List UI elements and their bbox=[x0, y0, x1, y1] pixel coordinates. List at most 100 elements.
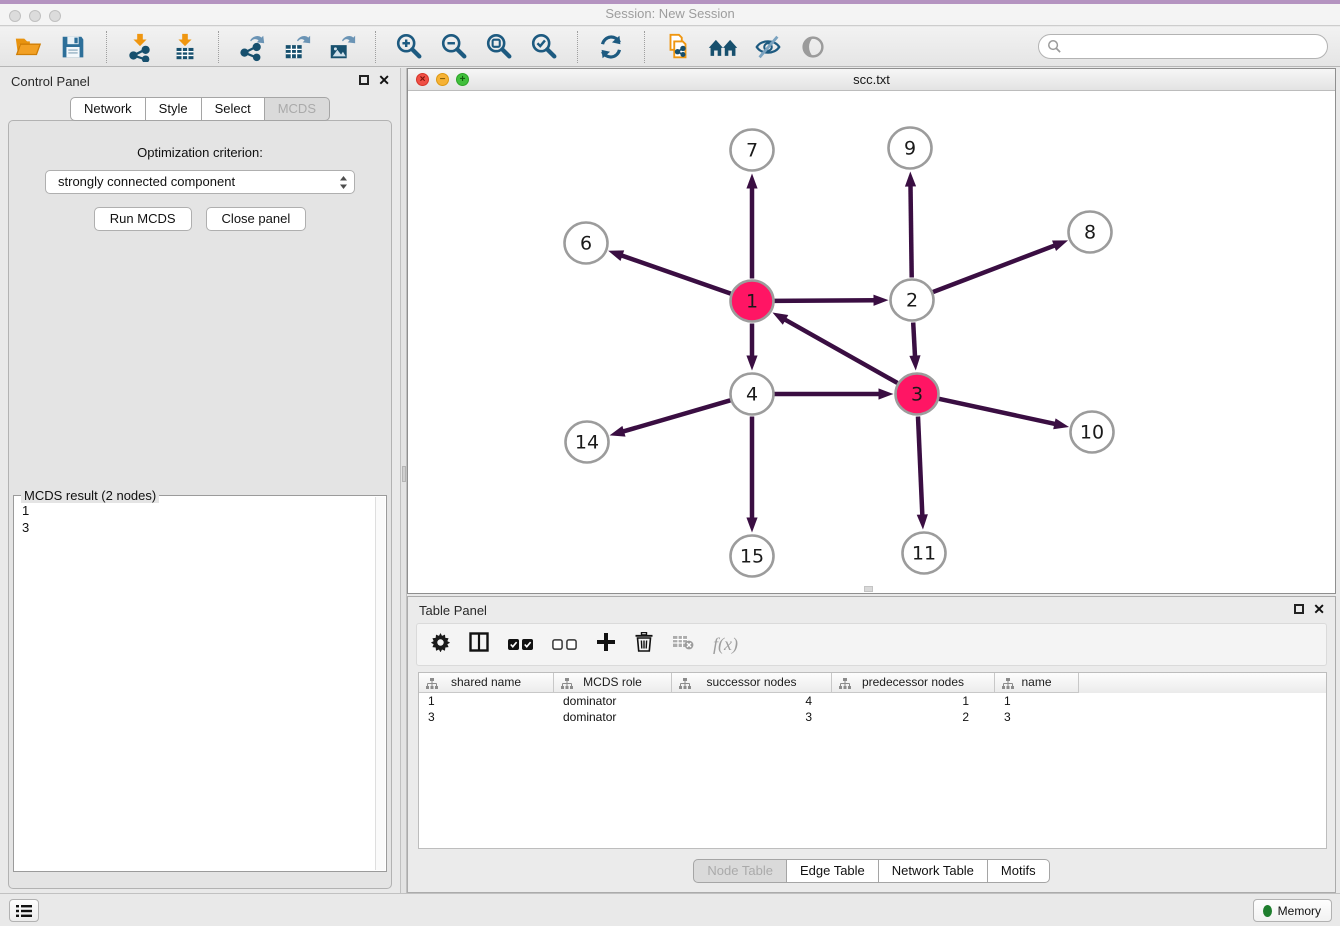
save-session-icon[interactable] bbox=[57, 31, 89, 63]
zoom-fit-icon[interactable] bbox=[483, 31, 515, 63]
vertical-splitter[interactable] bbox=[400, 68, 407, 893]
select-all-icon[interactable] bbox=[508, 639, 533, 650]
contrast-eye-icon[interactable] bbox=[797, 31, 829, 63]
table-row[interactable]: 1dominator411 bbox=[419, 693, 1326, 709]
table-cell[interactable]: 3 bbox=[419, 709, 554, 725]
import-network-icon[interactable] bbox=[124, 31, 156, 63]
svg-text:14: 14 bbox=[575, 432, 599, 454]
table-cell[interactable]: 3 bbox=[995, 709, 1079, 725]
svg-text:15: 15 bbox=[740, 546, 764, 568]
graph-edge-2-8[interactable] bbox=[933, 245, 1057, 292]
tab-mcds[interactable]: MCDS bbox=[265, 97, 330, 121]
close-window-button[interactable] bbox=[9, 10, 21, 22]
criterion-select[interactable]: strongly connected component bbox=[45, 170, 355, 194]
refresh-layout-icon[interactable] bbox=[595, 31, 627, 63]
tab-style[interactable]: Style bbox=[146, 97, 202, 121]
zoom-window-button[interactable] bbox=[49, 10, 61, 22]
zoom-in-icon[interactable] bbox=[393, 31, 425, 63]
column-hierarchy-icon bbox=[1002, 677, 1014, 696]
svg-text:8: 8 bbox=[1084, 222, 1096, 244]
column-header-MCDS-role[interactable]: MCDS role bbox=[554, 673, 672, 693]
network-maximize-icon[interactable]: + bbox=[456, 73, 469, 86]
graph-node-7[interactable]: 7 bbox=[731, 130, 774, 171]
function-builder-icon: f(x) bbox=[713, 634, 738, 655]
duplicate-network-icon[interactable] bbox=[662, 31, 694, 63]
graph-edge-3-11[interactable] bbox=[918, 416, 922, 517]
search-input[interactable] bbox=[1038, 34, 1328, 59]
deselect-all-icon[interactable] bbox=[552, 639, 577, 650]
table-cell[interactable]: 1 bbox=[419, 693, 554, 709]
splitter-grip[interactable] bbox=[402, 466, 406, 482]
graph-node-1[interactable]: 1 bbox=[731, 281, 774, 322]
tab-network[interactable]: Network bbox=[70, 97, 146, 121]
tab-motifs[interactable]: Motifs bbox=[988, 859, 1050, 883]
memory-button[interactable]: Memory bbox=[1253, 899, 1332, 922]
graph-node-10[interactable]: 10 bbox=[1071, 412, 1114, 453]
open-session-icon[interactable] bbox=[12, 31, 44, 63]
table-cell[interactable]: 4 bbox=[672, 693, 832, 709]
close-panel-icon[interactable]: ✕ bbox=[378, 74, 390, 86]
horizontal-splitter-grip[interactable] bbox=[864, 586, 873, 592]
graph-edge-3-1[interactable] bbox=[783, 318, 897, 383]
column-header-predecessor-nodes[interactable]: predecessor nodes bbox=[832, 673, 995, 693]
delete-column-trash-icon[interactable] bbox=[635, 632, 653, 657]
table-row[interactable]: 3dominator323 bbox=[419, 709, 1326, 725]
svg-text:6: 6 bbox=[580, 233, 592, 255]
table-toolbar: f(x) bbox=[416, 623, 1327, 666]
graph-node-9[interactable]: 9 bbox=[889, 128, 932, 169]
graph-edge-2-3[interactable] bbox=[913, 322, 915, 358]
graph-node-2[interactable]: 2 bbox=[891, 280, 934, 321]
show-column-panel-icon[interactable] bbox=[469, 632, 489, 657]
table-cell[interactable]: 3 bbox=[672, 709, 832, 725]
column-header-shared-name[interactable]: shared name bbox=[419, 673, 554, 693]
graph-edge-3-10[interactable] bbox=[939, 399, 1057, 425]
close-panel-button[interactable]: Close panel bbox=[206, 207, 307, 231]
zoom-selected-icon[interactable] bbox=[528, 31, 560, 63]
close-table-panel-icon[interactable]: ✕ bbox=[1313, 603, 1325, 615]
zoom-out-icon[interactable] bbox=[438, 31, 470, 63]
graph-node-4[interactable]: 4 bbox=[731, 374, 774, 415]
tab-network-table[interactable]: Network Table bbox=[879, 859, 988, 883]
toolbar-search bbox=[1038, 34, 1328, 59]
graph-node-3[interactable]: 3 bbox=[896, 374, 939, 415]
create-column-plus-icon[interactable] bbox=[596, 632, 616, 657]
graph-node-8[interactable]: 8 bbox=[1069, 212, 1112, 253]
graph-node-11[interactable]: 11 bbox=[903, 533, 946, 574]
float-table-panel-icon[interactable] bbox=[1294, 604, 1304, 614]
network-close-icon[interactable]: × bbox=[416, 73, 429, 86]
tab-edge-table[interactable]: Edge Table bbox=[787, 859, 879, 883]
column-header-successor-nodes[interactable]: successor nodes bbox=[672, 673, 832, 693]
graph-edge-2-9[interactable] bbox=[910, 183, 911, 277]
graph-edge-1-2[interactable] bbox=[774, 300, 876, 301]
table-cell[interactable]: dominator bbox=[554, 709, 672, 725]
import-table-icon[interactable] bbox=[169, 31, 201, 63]
float-panel-icon[interactable] bbox=[359, 75, 369, 85]
network-window-titlebar[interactable]: × − + scc.txt bbox=[408, 69, 1335, 91]
graph-edge-4-14[interactable] bbox=[621, 400, 730, 432]
column-hierarchy-icon bbox=[426, 677, 438, 696]
task-history-button[interactable] bbox=[9, 899, 39, 922]
run-mcds-button[interactable]: Run MCDS bbox=[94, 207, 192, 231]
export-network-icon[interactable] bbox=[236, 31, 268, 63]
tab-node-table[interactable]: Node Table bbox=[693, 859, 787, 883]
graph-node-14[interactable]: 14 bbox=[566, 422, 609, 463]
column-header-name[interactable]: name bbox=[995, 673, 1079, 693]
export-table-icon[interactable] bbox=[281, 31, 313, 63]
minimize-window-button[interactable] bbox=[29, 10, 41, 22]
column-hierarchy-icon bbox=[839, 677, 851, 696]
graph-edge-1-6[interactable] bbox=[620, 255, 731, 294]
eye-slash-icon[interactable] bbox=[752, 31, 784, 63]
result-scrollbar[interactable] bbox=[375, 497, 385, 870]
table-cell[interactable]: 1 bbox=[832, 693, 995, 709]
network-canvas[interactable]: 1 2 3 4 6 7 8 9 10 11 14 15 bbox=[408, 92, 1335, 593]
table-cell[interactable]: 2 bbox=[832, 709, 995, 725]
export-image-icon[interactable] bbox=[326, 31, 358, 63]
graph-edge-arrowhead bbox=[608, 250, 624, 261]
graph-node-15[interactable]: 15 bbox=[731, 536, 774, 577]
homes-icon[interactable] bbox=[707, 31, 739, 63]
tab-select[interactable]: Select bbox=[202, 97, 265, 121]
table-settings-gear-icon[interactable] bbox=[431, 633, 450, 657]
network-minimize-icon[interactable]: − bbox=[436, 73, 449, 86]
graph-node-6[interactable]: 6 bbox=[565, 223, 608, 264]
control-panel-title: Control Panel bbox=[11, 74, 90, 89]
